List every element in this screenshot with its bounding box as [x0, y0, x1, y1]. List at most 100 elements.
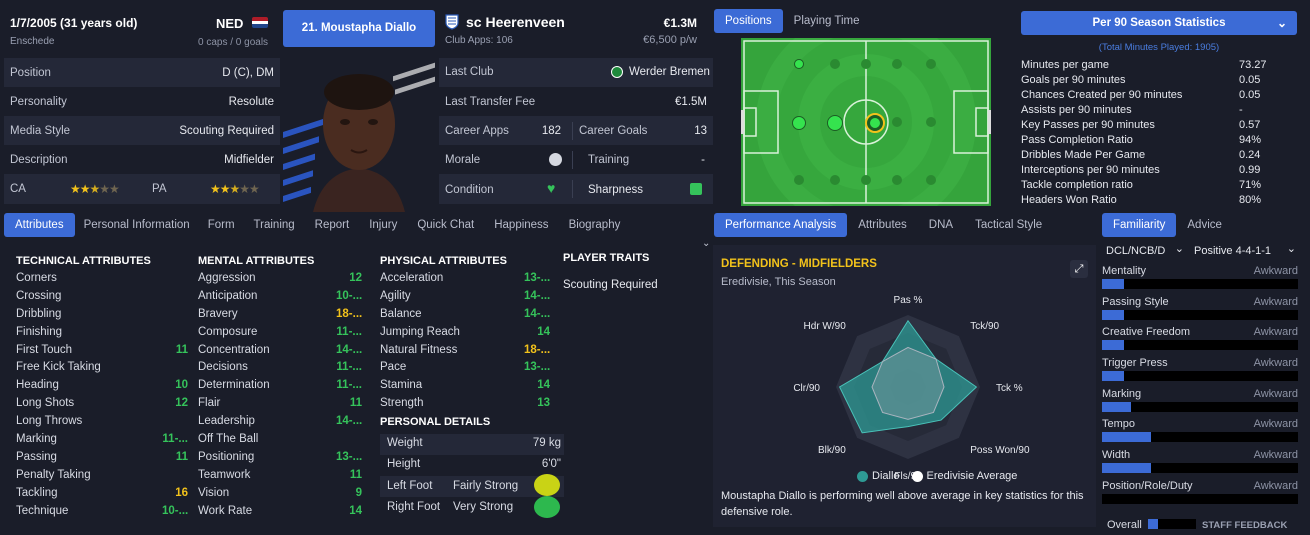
attribute-row[interactable]: Agility 14-... [380, 288, 550, 306]
attribute-row[interactable]: First Touch 11 [16, 342, 188, 360]
attribute-row[interactable]: Composure 11-... [198, 324, 362, 342]
profile-label: Personality [10, 95, 67, 108]
familiarity-fill [1102, 279, 1124, 289]
profile-value[interactable]: Resolute [229, 96, 274, 108]
tab-positions[interactable]: Positions [714, 9, 783, 33]
position-marker[interactable] [792, 116, 806, 130]
staff-feedback-link[interactable]: STAFF FEEDBACK [1202, 520, 1287, 531]
attribute-row[interactable]: Jumping Reach 14 [380, 324, 550, 342]
attribute-row[interactable]: Finishing [16, 324, 188, 342]
player-name-button[interactable]: 21. Moustapha Diallo [283, 10, 435, 47]
tab-form[interactable]: Form [199, 213, 244, 237]
attribute-row[interactable]: Natural Fitness 18-... [380, 342, 550, 360]
tab-playing-time[interactable]: Playing Time [783, 9, 871, 33]
tab-training[interactable]: Training [244, 213, 305, 237]
attribute-name: Concentration [198, 343, 270, 356]
attribute-row[interactable]: Marking 11-... [16, 431, 188, 449]
condition-label: Condition [445, 184, 494, 196]
attribute-row[interactable]: Heading 10 [16, 377, 188, 395]
attribute-row[interactable]: Leadership 14-... [198, 413, 362, 431]
analysis-panel: DEFENDING - MIDFIELDERS Eredivisie, This… [713, 245, 1096, 527]
attribute-row[interactable]: Free Kick Taking [16, 359, 188, 377]
pa-label: PA [152, 183, 167, 195]
stat-name: Pass Completion Ratio [1021, 134, 1133, 146]
club-crest-icon [611, 66, 623, 78]
familiarity-row[interactable]: Creative Freedom Awkward [1102, 326, 1298, 357]
position-marker[interactable] [794, 59, 804, 69]
tab-injury[interactable]: Injury [359, 213, 407, 237]
club-name[interactable]: sc Heerenveen [466, 14, 565, 30]
chevron-down-icon[interactable]: ⌄ [702, 238, 710, 249]
attribute-row[interactable]: Decisions 11-... [198, 359, 362, 377]
attribute-row[interactable]: Positioning 13-... [198, 449, 362, 467]
attribute-row[interactable]: Determination 11-... [198, 377, 362, 395]
familiarity-fill [1102, 463, 1151, 474]
attribute-row[interactable]: Concentration 14-... [198, 342, 362, 360]
stat-value: 0.57 [1239, 119, 1261, 131]
attribute-row[interactable]: Stamina 14 [380, 377, 550, 395]
attribute-row[interactable]: Teamwork 11 [198, 467, 362, 485]
stat-row: Chances Created per 90 minutes 0.05 [1021, 88, 1265, 103]
position-select-value: DCL/NCB/D [1106, 245, 1166, 257]
tab-biography[interactable]: Biography [559, 213, 631, 237]
familiarity-row[interactable]: Trigger Press Awkward [1102, 357, 1298, 388]
attribute-row[interactable]: Aggression 12 [198, 270, 362, 288]
tab-quick-chat[interactable]: Quick Chat [407, 213, 484, 237]
ca-stars[interactable]: ★★★★★ [70, 182, 120, 196]
position-marker[interactable] [827, 115, 843, 131]
familiarity-level: Awkward [1253, 479, 1298, 492]
last-club-value[interactable]: Werder Bremen [629, 66, 710, 78]
tab-tactical-style[interactable]: Tactical Style [964, 213, 1053, 237]
expand-icon[interactable]: ⤢ [1070, 260, 1088, 278]
familiarity-row[interactable]: Position/Role/Duty Awkward [1102, 480, 1298, 511]
attribute-value: 18-... [524, 343, 551, 356]
familiarity-row[interactable]: Mentality Awkward [1102, 265, 1298, 296]
tab-player-attributes[interactable]: Attributes [847, 213, 918, 237]
attribute-row[interactable]: Dribbling [16, 306, 188, 324]
attribute-row[interactable]: Technique 10-... [16, 503, 188, 521]
pa-stars[interactable]: ★★★★★ [210, 182, 260, 196]
attribute-row[interactable]: Corners [16, 270, 188, 288]
overall-bar [1148, 519, 1196, 529]
attribute-row[interactable]: Vision 9 [198, 485, 362, 503]
formation-select[interactable]: Positive 4-4-1-1 ⌄ [1194, 242, 1298, 260]
morale-icon[interactable] [549, 153, 562, 166]
weight-value: 79 kg [532, 437, 561, 449]
tab-familiarity[interactable]: Familiarity [1102, 213, 1177, 237]
flag-icon [252, 17, 268, 28]
attribute-row[interactable]: Crossing [16, 288, 188, 306]
familiarity-row[interactable]: Tempo Awkward [1102, 418, 1298, 449]
attribute-row[interactable]: Long Shots 12 [16, 395, 188, 413]
legend-swatch-average [911, 470, 923, 482]
familiarity-name: Width [1102, 449, 1131, 462]
tab-performance-analysis[interactable]: Performance Analysis [714, 213, 848, 237]
profile-value[interactable]: Scouting Required [179, 125, 274, 137]
position-select[interactable]: DCL/NCB/D ⌄ [1102, 242, 1186, 260]
familiarity-row[interactable]: Marking Awkward [1102, 388, 1298, 419]
attribute-row[interactable]: Penalty Taking [16, 467, 188, 485]
attribute-row[interactable]: Long Throws [16, 413, 188, 431]
tab-dna[interactable]: DNA [918, 213, 964, 237]
familiarity-row[interactable]: Width Awkward [1102, 449, 1298, 480]
attribute-row[interactable]: Work Rate 14 [198, 503, 362, 521]
attribute-row[interactable]: Anticipation 10-... [198, 288, 362, 306]
attribute-row[interactable]: Off The Ball [198, 431, 362, 449]
attribute-row[interactable]: Strength 13 [380, 395, 550, 413]
nationality[interactable]: NED [216, 16, 243, 31]
attribute-row[interactable]: Balance 14-... [380, 306, 550, 324]
attribute-value: 11 [175, 343, 188, 356]
tab-report[interactable]: Report [305, 213, 360, 237]
familiarity-row[interactable]: Passing Style Awkward [1102, 296, 1298, 327]
tab-happiness[interactable]: Happiness [484, 213, 558, 237]
familiarity-fill [1102, 371, 1124, 382]
tab-advice[interactable]: Advice [1176, 213, 1233, 237]
attribute-row[interactable]: Tackling 16 [16, 485, 188, 503]
attribute-row[interactable]: Flair 11 [198, 395, 362, 413]
tab-attributes[interactable]: Attributes [4, 213, 75, 237]
stats-dropdown[interactable]: Per 90 Season Statistics ⌄ [1021, 11, 1297, 35]
attribute-row[interactable]: Bravery 18-... [198, 306, 362, 324]
tab-personal-information[interactable]: Personal Information [75, 213, 199, 237]
attribute-row[interactable]: Acceleration 13-... [380, 270, 550, 288]
attribute-row[interactable]: Passing 11 [16, 449, 188, 467]
attribute-row[interactable]: Pace 13-... [380, 359, 550, 377]
